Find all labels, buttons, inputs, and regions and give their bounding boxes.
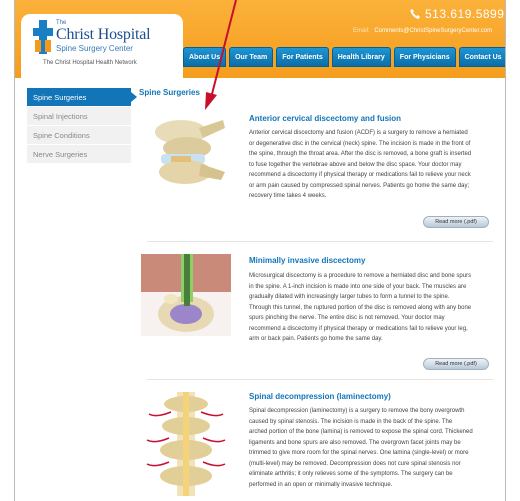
article-line: Microsurgical discectomy is a procedure … bbox=[249, 273, 472, 279]
phone-number: 513.619.5899 bbox=[425, 7, 505, 21]
main-nav: About Us Our Team For Patients Health Li… bbox=[183, 47, 505, 67]
divider bbox=[147, 241, 493, 242]
article-title[interactable]: Anterior cervical discectomy and fusion bbox=[249, 114, 401, 123]
sidebar-item-nerve-surgeries[interactable]: Nerve Surgeries bbox=[27, 145, 131, 164]
phone-icon bbox=[410, 9, 420, 19]
read-more-button[interactable]: Read more (.pdf) bbox=[423, 216, 489, 228]
article-body: Anterior cervical discectomy and fusion … bbox=[249, 128, 497, 202]
sidebar-item-spinal-injections[interactable]: Spinal Injections bbox=[27, 107, 131, 126]
email-row: Email: Comments@ChristSpineSurgeryCenter… bbox=[353, 28, 492, 34]
article-line: gradually dilated with increasingly larg… bbox=[249, 294, 450, 300]
article-microdiscectomy: Minimally invasive discectomy Microsurgi… bbox=[139, 246, 501, 380]
article-line: arched portion of the bone (lamina) is r… bbox=[249, 429, 473, 435]
logo-subtitle: Spine Surgery Center bbox=[56, 44, 133, 53]
nav-health-library[interactable]: Health Library bbox=[331, 47, 391, 67]
article-line: in the spine. A 1-inch incision is made … bbox=[249, 283, 467, 290]
article-line: (multi-level) may be removed. Decompress… bbox=[249, 460, 461, 467]
article-title[interactable]: Spinal decompression (laminectomy) bbox=[249, 392, 391, 401]
article-body: Spinal decompression (laminectomy) is a … bbox=[249, 406, 497, 490]
page-frame: The Christ Hospital Spine Surgery Center… bbox=[14, 0, 506, 501]
lumbar-spine-image bbox=[146, 392, 226, 496]
article-line: performed in an open or minimally invasi… bbox=[249, 481, 393, 488]
read-more-button[interactable]: Read more (.pdf) bbox=[423, 358, 489, 370]
article-line: the spine, through the throat area. Afte… bbox=[249, 151, 472, 157]
article-line: or arm pain caused by compressed spinal … bbox=[249, 182, 470, 189]
article-line: or degenerative disc in the cervical (ne… bbox=[249, 140, 471, 147]
article-line: Anterior cervical discectomy and fusion … bbox=[249, 130, 468, 136]
nav-contact-us[interactable]: Contact Us bbox=[458, 47, 505, 67]
sidebar-item-spine-surgeries[interactable]: Spine Surgeries bbox=[27, 88, 137, 107]
sidebar: Spine Surgeries Spinal Injections Spine … bbox=[27, 88, 137, 164]
article-laminectomy: Spinal decompression (laminectomy) Spina… bbox=[139, 384, 501, 501]
hospital-cross-icon bbox=[33, 20, 53, 54]
nav-for-physicians[interactable]: For Physicians bbox=[393, 47, 456, 67]
email-label: Email: bbox=[353, 28, 370, 34]
nav-about-us[interactable]: About Us bbox=[183, 47, 227, 67]
article-line: recommend a discectomy if physical thera… bbox=[249, 172, 471, 178]
divider bbox=[147, 379, 493, 380]
site-header: The Christ Hospital Spine Surgery Center… bbox=[15, 0, 505, 78]
article-body: Microsurgical discectomy is a procedure … bbox=[249, 271, 497, 345]
logo[interactable]: The Christ Hospital Spine Surgery Center… bbox=[21, 14, 183, 78]
article-line: Spinal decompression (laminectomy) is a … bbox=[249, 408, 465, 414]
page-title: Spine Surgeries bbox=[139, 88, 200, 97]
nav-for-patients[interactable]: For Patients bbox=[276, 47, 329, 67]
article-line: recommend a discectomy if physical thera… bbox=[249, 325, 468, 332]
article-line: spurs pinching the nerve. The entire dis… bbox=[249, 315, 445, 321]
article-line: Through this tunnel, the ruptured portio… bbox=[249, 304, 472, 311]
email-link[interactable]: Comments@ChristSpineSurgeryCenter.com bbox=[374, 28, 492, 34]
sidebar-item-spine-conditions[interactable]: Spine Conditions bbox=[27, 126, 131, 145]
article-line: ligaments and bone spurs are also remove… bbox=[249, 439, 461, 446]
logo-name: Christ Hospital bbox=[56, 26, 151, 43]
article-title[interactable]: Minimally invasive discectomy bbox=[249, 256, 366, 265]
article-line: recovery time takes 4 weeks. bbox=[249, 193, 327, 199]
nav-our-team[interactable]: Our Team bbox=[229, 47, 274, 67]
cervical-spine-image bbox=[155, 120, 225, 184]
article-line: arm or back pain. Patients go home the s… bbox=[249, 336, 383, 342]
article-line: caused by spinal stenosis. The incision … bbox=[249, 418, 453, 425]
discectomy-image bbox=[141, 254, 231, 336]
article-line: eliminate arthritis; it only relieves so… bbox=[249, 471, 453, 477]
article-line: trimmed to give more room for the spinal… bbox=[249, 450, 469, 456]
logo-tagline: The Christ Hospital Health Network bbox=[43, 60, 137, 66]
article-acdf: Anterior cervical discectomy and fusion … bbox=[139, 98, 501, 242]
article-line: to fuse together the vertebrae above and… bbox=[249, 161, 462, 168]
